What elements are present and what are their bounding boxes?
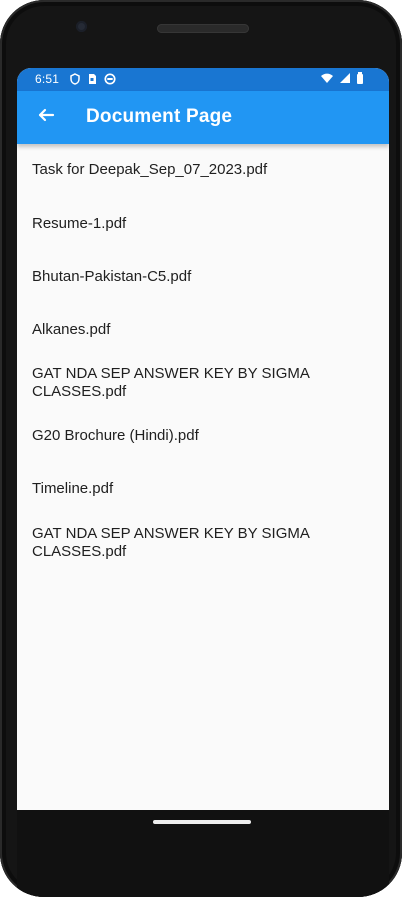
speaker-grille [157, 24, 249, 33]
battery-icon [356, 72, 364, 87]
status-right-icons [320, 72, 364, 87]
home-indicator[interactable] [153, 820, 251, 824]
status-bar: 6:51 [17, 68, 389, 91]
document-item-g20-brochure-hindi[interactable]: G20 Brochure (Hindi).pdf [32, 427, 332, 445]
wifi-icon [320, 72, 334, 87]
document-item-resume-1[interactable]: Resume-1.pdf [32, 215, 332, 233]
status-left-icons [70, 73, 116, 88]
app-screen: 6:51 Document Page Task for Deepak_Sep_0… [17, 68, 389, 810]
sim-card-icon [87, 73, 97, 88]
document-item-bhutan-pakistan-c5[interactable]: Bhutan-Pakistan-C5.pdf [32, 268, 332, 286]
document-item-alkanes[interactable]: Alkanes.pdf [32, 321, 332, 339]
shield-icon [70, 73, 80, 88]
document-item-task-for-deepak[interactable]: Task for Deepak_Sep_07_2023.pdf [32, 161, 332, 179]
status-time: 6:51 [35, 72, 60, 86]
back-arrow-icon [37, 106, 55, 128]
document-item-gat-nda-answer-key-2[interactable]: GAT NDA SEP ANSWER KEY BY SIGMA CLASSES.… [32, 525, 332, 561]
app-bar: Document Page [17, 91, 389, 144]
signal-icon [339, 72, 351, 87]
phone-frame: 6:51 Document Page Task for Deepak_Sep_0… [0, 0, 402, 897]
document-item-gat-nda-answer-key-1[interactable]: GAT NDA SEP ANSWER KEY BY SIGMA CLASSES.… [32, 365, 332, 401]
camera-icon [76, 21, 87, 32]
circle-status-icon [104, 73, 116, 88]
back-button[interactable] [28, 99, 64, 135]
page-title: Document Page [86, 106, 233, 127]
document-item-timeline[interactable]: Timeline.pdf [32, 480, 332, 498]
